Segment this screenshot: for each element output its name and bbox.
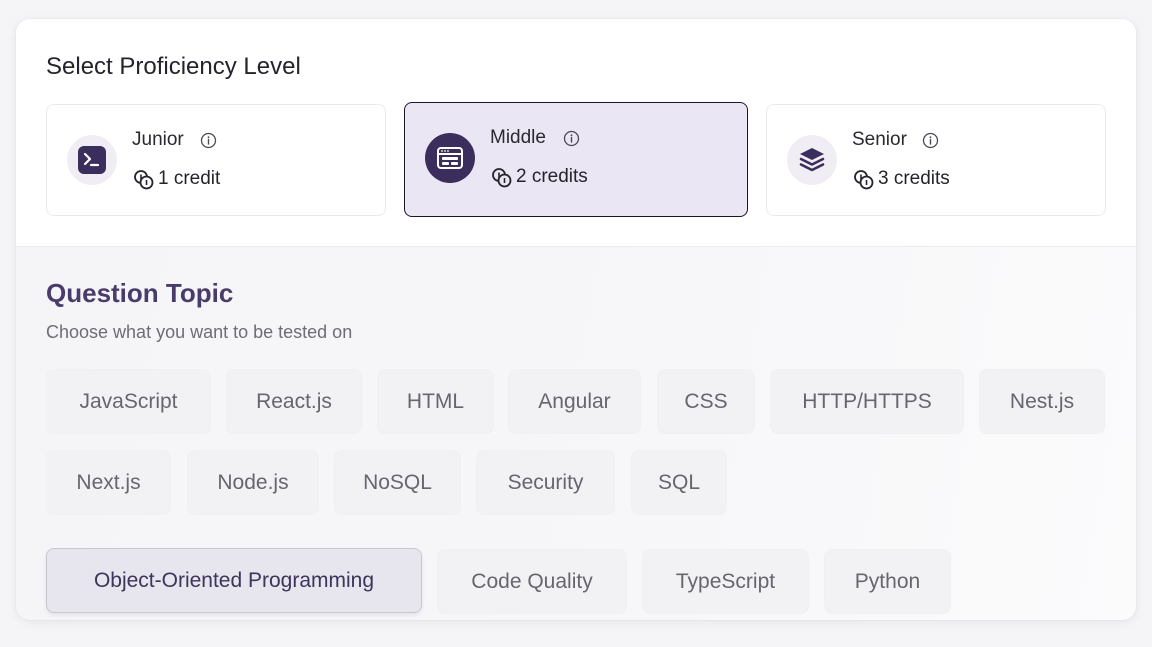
topic-section: Question Topic Choose what you want to b… (16, 247, 1136, 620)
credit-label: 2 credits (516, 166, 588, 187)
coins-icon (854, 169, 874, 189)
topic-chip-html[interactable]: HTML (377, 369, 494, 434)
coins-icon (134, 169, 154, 189)
credit-cost: 3 credits (853, 168, 950, 190)
coins-icon (492, 167, 512, 187)
interview-settings-card: Select Proficiency Level Junior 1 credit… (16, 19, 1136, 620)
info-icon[interactable] (200, 132, 217, 149)
topic-chip-oop[interactable]: Object-Oriented Programming (46, 548, 422, 613)
level-name: Junior (132, 129, 184, 150)
info-icon[interactable] (563, 130, 580, 147)
terminal-icon (67, 135, 117, 185)
level-name: Senior (852, 129, 907, 150)
topic-title: Question Topic (46, 278, 234, 308)
topic-chip-http-https[interactable]: HTTP/HTTPS (770, 369, 964, 434)
topic-chip-typescript[interactable]: TypeScript (642, 549, 809, 614)
topic-subtitle: Choose what you want to be tested on (46, 322, 353, 342)
level-card-junior[interactable]: Junior 1 credit (46, 104, 386, 216)
credit-cost: 1 credit (133, 168, 220, 190)
credit-label: 3 credits (878, 168, 950, 189)
topic-chip-nosql[interactable]: NoSQL (334, 450, 461, 515)
credit-cost: 2 credits (491, 166, 588, 188)
credit-label: 1 credit (158, 168, 221, 189)
topic-chip-python[interactable]: Python (824, 549, 951, 614)
topic-chip-security[interactable]: Security (476, 450, 615, 515)
level-card-senior[interactable]: Senior 3 credits (766, 104, 1106, 216)
topic-chip-javascript[interactable]: JavaScript (46, 369, 211, 434)
proficiency-title: Select Proficiency Level (46, 53, 301, 80)
topic-chip-reactjs[interactable]: React.js (226, 369, 362, 434)
topic-chip-nextjs[interactable]: Next.js (46, 450, 171, 515)
topic-chip-code-quality[interactable]: Code Quality (437, 549, 627, 614)
level-name: Middle (490, 127, 546, 148)
info-icon[interactable] (922, 132, 939, 149)
topic-chip-css[interactable]: CSS (657, 369, 755, 434)
topic-chip-nodejs[interactable]: Node.js (187, 450, 319, 515)
topic-chip-angular[interactable]: Angular (508, 369, 641, 434)
browser-window-icon (425, 133, 475, 183)
proficiency-section: Select Proficiency Level Junior 1 credit… (16, 19, 1136, 247)
level-card-middle[interactable]: Middle 2 credits (404, 102, 748, 217)
layers-stack-icon (787, 135, 837, 185)
topic-chip-nestjs[interactable]: Nest.js (979, 369, 1105, 434)
topic-chip-sql[interactable]: SQL (631, 450, 727, 515)
